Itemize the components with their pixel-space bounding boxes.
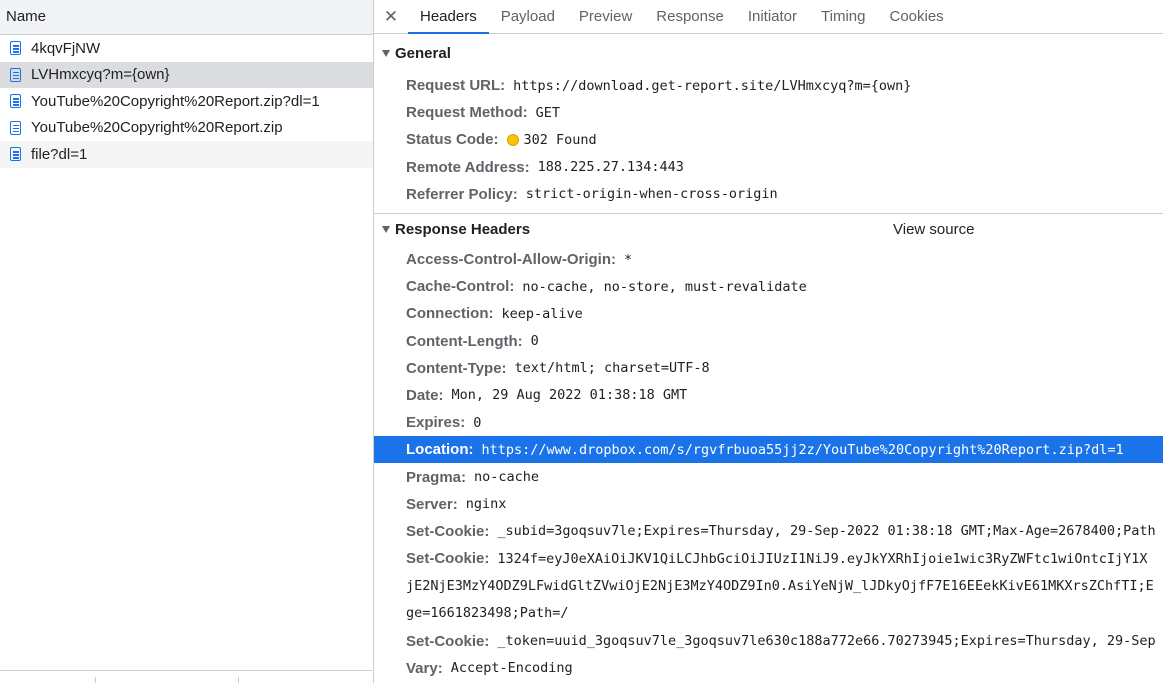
header-key: Referrer Policy: bbox=[406, 185, 518, 203]
status-bar-divider bbox=[238, 677, 239, 683]
header-row: Server: nginx bbox=[374, 491, 1163, 518]
header-value: Accept-Encoding bbox=[450, 660, 573, 677]
header-key: Access-Control-Allow-Origin: bbox=[406, 251, 617, 269]
header-row: Vary: Accept-Encoding bbox=[374, 655, 1163, 682]
header-key: Set-Cookie: bbox=[406, 550, 490, 567]
header-key: Request URL: bbox=[406, 77, 506, 95]
header-value: keep-alive bbox=[501, 305, 583, 322]
header-row: Access-Control-Allow-Origin: * bbox=[374, 246, 1163, 273]
header-key: Request Method: bbox=[406, 104, 528, 122]
status-bar-divider bbox=[95, 677, 96, 683]
header-key: Connection: bbox=[406, 305, 494, 323]
header-key: Expires: bbox=[406, 414, 466, 432]
request-row-selected[interactable]: LVHmxcyq?m={own} bbox=[0, 61, 373, 88]
header-value: text/html; charset=UTF-8 bbox=[514, 360, 710, 377]
section-title: General bbox=[395, 44, 451, 62]
document-icon bbox=[10, 41, 21, 56]
request-row[interactable]: YouTube%20Copyright%20Report.zip bbox=[0, 115, 373, 142]
header-key: Server: bbox=[406, 495, 458, 513]
header-key: Pragma: bbox=[406, 468, 467, 486]
document-icon bbox=[10, 120, 21, 135]
header-key: Remote Address: bbox=[406, 158, 530, 176]
name-column-header[interactable]: Name bbox=[0, 0, 373, 35]
document-icon bbox=[10, 67, 21, 82]
header-row: Set-Cookie: _token=uuid_3goqsuv7le_3goqs… bbox=[374, 628, 1163, 655]
request-row[interactable]: 4kqvFjNW bbox=[0, 35, 373, 62]
request-details-panel: ✕ Headers Payload Preview Response Initi… bbox=[374, 0, 1163, 683]
request-name: 4kqvFjNW bbox=[31, 39, 101, 57]
header-value: 0 bbox=[473, 414, 482, 431]
expand-triangle-icon bbox=[382, 226, 390, 234]
header-key: Status Code: bbox=[406, 131, 499, 149]
header-row-status-code: Status Code: 302 Found bbox=[374, 126, 1163, 153]
header-row: Cache-Control: no-cache, no-store, must-… bbox=[374, 273, 1163, 300]
request-name: YouTube%20Copyright%20Report.zip bbox=[31, 119, 283, 137]
request-row[interactable]: YouTube%20Copyright%20Report.zip?dl=1 bbox=[0, 88, 373, 115]
header-row: Date: Mon, 29 Aug 2022 01:38:18 GMT bbox=[374, 382, 1163, 409]
tab-cookies[interactable]: Cookies bbox=[877, 0, 955, 33]
header-row-request-url: Request URL: https://download.get-report… bbox=[374, 72, 1163, 99]
request-name: LVHmxcyq?m={own} bbox=[31, 66, 170, 84]
header-value: strict-origin-when-cross-origin bbox=[525, 186, 778, 203]
tab-initiator[interactable]: Initiator bbox=[736, 0, 809, 33]
header-value: Mon, 29 Aug 2022 01:38:18 GMT bbox=[451, 387, 688, 404]
section-title: Response Headers bbox=[395, 221, 531, 239]
header-value-line: ge=1661823498;Path=/ bbox=[406, 605, 569, 622]
request-name: file?dl=1 bbox=[31, 145, 88, 163]
header-row-location-selected[interactable]: Location: https://www.dropbox.com/s/rgvf… bbox=[374, 436, 1163, 464]
header-key: Set-Cookie: bbox=[406, 632, 490, 650]
request-list-panel: Name 4kqvFjNW LVHmxcyq?m={own} YouTube%2… bbox=[0, 0, 374, 683]
header-row-request-method: Request Method: GET bbox=[374, 99, 1163, 126]
header-value: nginx bbox=[465, 496, 507, 513]
status-indicator-icon bbox=[506, 133, 519, 146]
header-row: Pragma: no-cache bbox=[374, 463, 1163, 490]
details-tab-bar: ✕ Headers Payload Preview Response Initi… bbox=[374, 0, 1163, 34]
header-key: Content-Type: bbox=[406, 359, 507, 377]
header-row-remote-address: Remote Address: 188.225.27.134:443 bbox=[374, 154, 1163, 181]
tab-payload[interactable]: Payload bbox=[489, 0, 567, 33]
header-key: Set-Cookie: bbox=[406, 522, 490, 540]
header-row: Content-Length: 0 bbox=[374, 328, 1163, 355]
header-value: _token=uuid_3goqsuv7le_3goqsuv7le630c188… bbox=[497, 633, 1156, 650]
tab-headers[interactable]: Headers bbox=[408, 0, 489, 34]
view-source-link[interactable]: View source bbox=[893, 221, 974, 238]
header-row: Connection: keep-alive bbox=[374, 300, 1163, 327]
header-value: 302 Found bbox=[523, 131, 597, 148]
header-key: Content-Length: bbox=[406, 332, 523, 350]
header-value-line: jE2NjE3MzY4ODZ9LFwidGltZVwiOjE2NjE3MzY4O… bbox=[406, 578, 1154, 595]
header-value: no-cache, no-store, must-revalidate bbox=[522, 278, 807, 295]
header-value: GET bbox=[535, 104, 561, 121]
header-row-wrapped: Set-Cookie: 1324f=eyJ0eXAiOiJKV1QiLCJhbGc… bbox=[374, 545, 1163, 628]
header-value: 0 bbox=[530, 333, 539, 350]
close-icon[interactable]: ✕ bbox=[374, 0, 408, 33]
header-value: 188.225.27.134:443 bbox=[537, 159, 684, 176]
document-icon bbox=[10, 147, 21, 162]
header-row: Content-Type: text/html; charset=UTF-8 bbox=[374, 355, 1163, 382]
request-name: YouTube%20Copyright%20Report.zip?dl=1 bbox=[31, 92, 320, 110]
header-key: Vary: bbox=[406, 659, 443, 677]
header-row: Expires: 0 bbox=[374, 409, 1163, 436]
header-value: _subid=3goqsuv7le;Expires=Thursday, 29-S… bbox=[497, 523, 1156, 540]
header-key: Cache-Control: bbox=[406, 278, 515, 296]
tab-timing[interactable]: Timing bbox=[809, 0, 877, 33]
header-value-line: 1324f=eyJ0eXAiOiJKV1QiLCJhbGciOiJIUzI1Ni… bbox=[497, 551, 1148, 567]
header-key: Location: bbox=[406, 441, 474, 459]
tab-response[interactable]: Response bbox=[644, 0, 736, 33]
header-value: https://download.get-report.site/LVHmxcy… bbox=[513, 77, 912, 94]
header-key: Date: bbox=[406, 386, 444, 404]
response-headers-section-header[interactable]: Response Headers View source bbox=[374, 214, 1163, 246]
request-row[interactable]: file?dl=1 bbox=[0, 141, 373, 168]
document-icon bbox=[10, 94, 21, 109]
tab-preview[interactable]: Preview bbox=[567, 0, 644, 33]
header-value-selected[interactable]: https://www.dropbox.com/s/rgvfrbuoa55jj2… bbox=[482, 442, 1124, 458]
general-section-header[interactable]: General bbox=[374, 34, 1163, 72]
header-value: no-cache bbox=[474, 469, 540, 486]
header-row-referrer-policy: Referrer Policy: strict-origin-when-cros… bbox=[374, 181, 1163, 208]
status-bar bbox=[0, 670, 372, 683]
header-row: Set-Cookie: _subid=3goqsuv7le;Expires=Th… bbox=[374, 518, 1163, 545]
header-value: * bbox=[624, 251, 633, 268]
expand-triangle-icon bbox=[382, 49, 390, 57]
